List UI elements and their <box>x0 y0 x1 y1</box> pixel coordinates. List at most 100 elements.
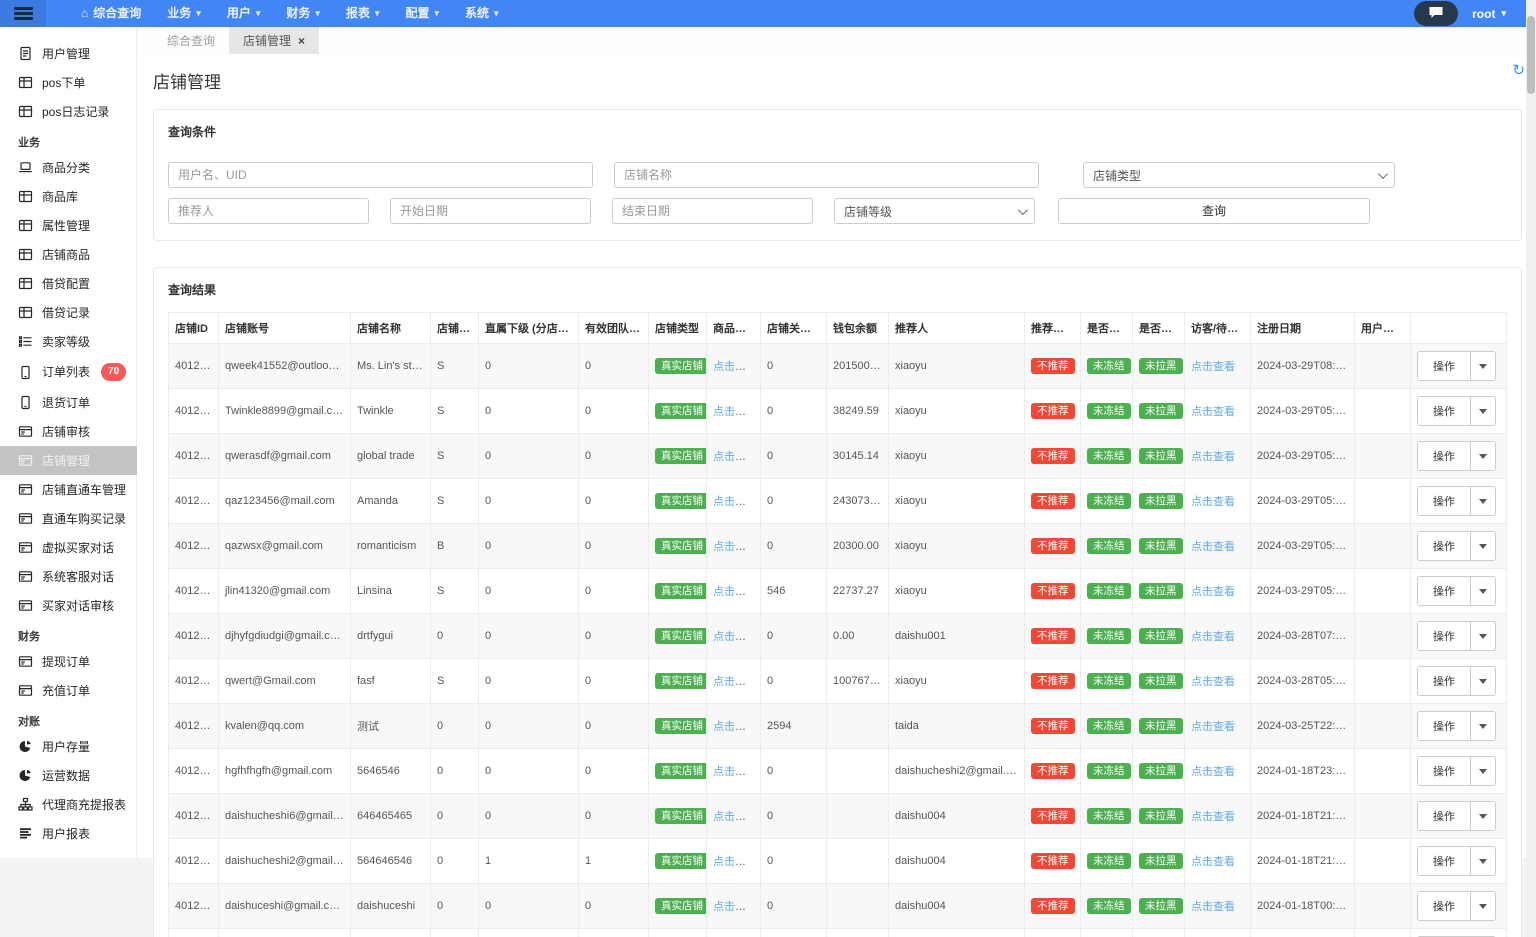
scrollbar-thumb[interactable] <box>1527 16 1535 94</box>
view-link[interactable]: 点击查看 <box>713 586 757 598</box>
sidebar-item[interactable]: 用户报表 <box>0 819 137 848</box>
action-dropdown-button[interactable] <box>1471 847 1495 875</box>
view-link[interactable]: 点击查看 <box>1191 496 1235 508</box>
action-dropdown-button[interactable] <box>1471 487 1495 515</box>
action-dropdown-button[interactable] <box>1471 757 1495 785</box>
view-link[interactable]: 点击查看 <box>713 451 757 463</box>
view-link[interactable]: 点击查看 <box>713 496 757 508</box>
nav-item-6[interactable]: 系统 ▾ <box>452 0 512 27</box>
view-link[interactable]: 点击查看 <box>1191 541 1235 553</box>
sidebar-item[interactable]: 借贷配置 <box>0 269 137 298</box>
sidebar-item[interactable]: 买家对话审核 <box>0 591 137 620</box>
sidebar-item[interactable]: 直通车购买记录 <box>0 504 137 533</box>
shop-type-select[interactable]: 店铺类型 <box>1083 162 1395 188</box>
view-link[interactable]: 点击查看 <box>1191 451 1235 463</box>
view-link[interactable]: 点击查看 <box>713 901 757 913</box>
action-dropdown-button[interactable] <box>1471 667 1495 695</box>
action-dropdown-button[interactable] <box>1471 892 1495 920</box>
sidebar-item[interactable]: 借贷记录 <box>0 298 137 327</box>
view-link[interactable]: 点击查看 <box>1191 721 1235 733</box>
action-dropdown-button[interactable] <box>1471 622 1495 650</box>
view-link[interactable]: 点击查看 <box>1191 856 1235 868</box>
nav-item-5[interactable]: 配置 ▾ <box>392 0 452 27</box>
tab-1[interactable]: 店铺管理 × <box>229 27 320 54</box>
view-link[interactable]: 点击查看 <box>1191 766 1235 778</box>
start-date-input[interactable] <box>390 198 591 224</box>
shop-name-input[interactable] <box>614 162 1039 188</box>
action-button[interactable]: 操作 <box>1418 847 1471 875</box>
chat-button[interactable] <box>1414 1 1459 26</box>
action-dropdown-button[interactable] <box>1471 442 1495 470</box>
hamburger-menu-icon[interactable] <box>0 0 46 27</box>
nav-item-0[interactable]: ⌂ 综合查询 <box>68 0 154 27</box>
view-link[interactable]: 点击查看 <box>713 676 757 688</box>
view-link[interactable]: 点击查看 <box>1191 901 1235 913</box>
nav-item-2[interactable]: 用户 ▾ <box>214 0 274 27</box>
action-button[interactable]: 操作 <box>1418 487 1471 515</box>
sidebar-item[interactable]: 系统客服对话 <box>0 562 137 591</box>
view-link[interactable]: 点击查看 <box>713 406 757 418</box>
username-uid-input[interactable] <box>168 162 593 188</box>
action-button[interactable]: 操作 <box>1418 712 1471 740</box>
sidebar-item[interactable]: 店铺管理 <box>0 446 137 475</box>
tab-0[interactable]: 综合查询 <box>153 27 229 54</box>
view-link[interactable]: 点击查看 <box>713 811 757 823</box>
end-date-input[interactable] <box>612 198 813 224</box>
nav-item-4[interactable]: 报表 ▾ <box>333 0 393 27</box>
sidebar-item[interactable]: 虚拟买家对话 <box>0 533 137 562</box>
referrer-input[interactable] <box>168 198 369 224</box>
view-link[interactable]: 点击查看 <box>713 541 757 553</box>
sidebar-item[interactable]: 运营数据 <box>0 761 137 790</box>
action-button[interactable]: 操作 <box>1418 442 1471 470</box>
sidebar-item[interactable]: 订单列表 70 <box>0 356 137 388</box>
nav-item-1[interactable]: 业务 ▾ <box>154 0 214 27</box>
view-link[interactable]: 点击查看 <box>1191 586 1235 598</box>
view-link[interactable]: 点击查看 <box>713 856 757 868</box>
action-button[interactable]: 操作 <box>1418 397 1471 425</box>
scrollbar[interactable] <box>1526 0 1536 937</box>
sidebar-item[interactable]: 商品分类 <box>0 153 137 182</box>
sidebar-item[interactable]: 店铺审核 <box>0 417 137 446</box>
user-menu[interactable]: root ▾ <box>1472 7 1506 21</box>
search-button[interactable]: 查询 <box>1058 198 1370 224</box>
refresh-icon[interactable]: ↻ <box>1512 61 1525 79</box>
sidebar-item[interactable]: 代理商充提报表 <box>0 790 137 819</box>
sidebar-item[interactable]: 用户存量 <box>0 732 137 761</box>
view-link[interactable]: 点击查看 <box>1191 811 1235 823</box>
close-icon[interactable]: × <box>298 34 305 48</box>
sidebar-item[interactable]: 卖家等级 <box>0 327 137 356</box>
sidebar-item[interactable]: 退货订单 <box>0 388 137 417</box>
sidebar-item[interactable]: 提现订单 <box>0 647 137 676</box>
sidebar-item[interactable]: pos日志记录 <box>0 97 137 126</box>
sidebar-item[interactable]: 属性管理 <box>0 211 137 240</box>
sidebar-item[interactable]: pos下单 <box>0 68 137 97</box>
action-dropdown-button[interactable] <box>1471 397 1495 425</box>
action-dropdown-button[interactable] <box>1471 352 1495 380</box>
action-button[interactable]: 操作 <box>1418 802 1471 830</box>
sidebar-item[interactable]: 充值订单 <box>0 676 137 705</box>
view-link[interactable]: 点击查看 <box>713 766 757 778</box>
sidebar-item[interactable]: 用户管理 <box>0 39 137 68</box>
view-link[interactable]: 点击查看 <box>1191 361 1235 373</box>
nav-item-3[interactable]: 财务 ▾ <box>273 0 333 27</box>
sidebar-item[interactable]: 商品库 <box>0 182 137 211</box>
action-button[interactable]: 操作 <box>1418 577 1471 605</box>
view-link[interactable]: 点击查看 <box>1191 676 1235 688</box>
action-dropdown-button[interactable] <box>1471 577 1495 605</box>
view-link[interactable]: 点击查看 <box>1191 406 1235 418</box>
view-link[interactable]: 点击查看 <box>713 631 757 643</box>
action-button[interactable]: 操作 <box>1418 532 1471 560</box>
action-button[interactable]: 操作 <box>1418 622 1471 650</box>
action-button[interactable]: 操作 <box>1418 667 1471 695</box>
sidebar-item[interactable]: 店铺直通车管理 <box>0 475 137 504</box>
action-button[interactable]: 操作 <box>1418 757 1471 785</box>
shop-level-select[interactable]: 店铺等级 <box>834 198 1035 224</box>
action-button[interactable]: 操作 <box>1418 892 1471 920</box>
view-link[interactable]: 点击查看 <box>1191 631 1235 643</box>
action-dropdown-button[interactable] <box>1471 532 1495 560</box>
action-dropdown-button[interactable] <box>1471 712 1495 740</box>
view-link[interactable]: 点击查看 <box>713 721 757 733</box>
view-link[interactable]: 点击查看 <box>713 361 757 373</box>
action-button[interactable]: 操作 <box>1418 352 1471 380</box>
action-dropdown-button[interactable] <box>1471 802 1495 830</box>
